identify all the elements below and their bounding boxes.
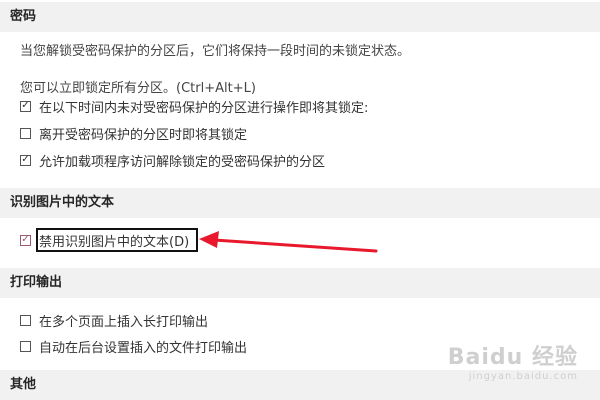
section-header-ocr: 识别图片中的文本 xyxy=(0,188,600,218)
checkbox-checked-icon[interactable]: ✓ xyxy=(20,234,31,246)
section-title: 密码 xyxy=(10,9,37,24)
arrow-shaft xyxy=(212,238,378,253)
section-title: 打印输出 xyxy=(10,275,63,290)
checkbox-checked-icon[interactable]: ✓ xyxy=(20,154,31,166)
option-label: 在以下时间内未对受密码保护的分区进行操作即将其锁定: xyxy=(39,100,369,116)
checkbox-unchecked-icon[interactable] xyxy=(20,127,31,139)
arrow-head-icon xyxy=(199,231,219,248)
option-label: 在多个页面上插入长打印输出 xyxy=(39,314,209,330)
option-label: 允许加载项程序访问解除锁定的受密码保护的分区 xyxy=(39,154,326,170)
highlight-box xyxy=(36,228,198,252)
lock-all-text: 您可以立即锁定所有分区。(Ctrl+Alt+L) xyxy=(20,81,256,96)
option-lock-on-leave[interactable]: 离开受密码保护的分区时即将其锁定 xyxy=(20,123,247,143)
password-description: 当您解锁受密码保护的分区后，它们将保持一段时间的未锁定状态。 xyxy=(20,44,411,59)
checkbox-checked-icon[interactable]: ✓ xyxy=(20,100,31,112)
section-title: 其他 xyxy=(10,377,37,392)
option-label: 离开受密码保护的分区时即将其锁定 xyxy=(39,127,248,143)
watermark: Baidu 经验 jingyan.baidu.com xyxy=(448,339,578,382)
section-title: 识别图片中的文本 xyxy=(10,195,115,210)
checkbox-unchecked-icon[interactable] xyxy=(20,314,31,326)
option-lock-after-inactivity[interactable]: ✓ 在以下时间内未对受密码保护的分区进行操作即将其锁定: xyxy=(20,96,368,116)
option-allow-addins[interactable]: ✓ 允许加载项程序访问解除锁定的受密码保护的分区 xyxy=(20,150,325,170)
option-label: 自动在后台设置插入的文件打印输出 xyxy=(39,340,248,356)
option-auto-setup-printout[interactable]: 自动在后台设置插入的文件打印输出 xyxy=(20,336,247,356)
section-header-print: 打印输出 xyxy=(0,268,600,298)
watermark-brand: Baidu 经验 xyxy=(447,345,578,370)
watermark-url: jingyan.baidu.com xyxy=(468,371,578,382)
checkbox-unchecked-icon[interactable] xyxy=(20,340,31,352)
option-insert-long-printout[interactable]: 在多个页面上插入长打印输出 xyxy=(20,310,208,330)
section-header-password: 密码 xyxy=(0,2,600,32)
